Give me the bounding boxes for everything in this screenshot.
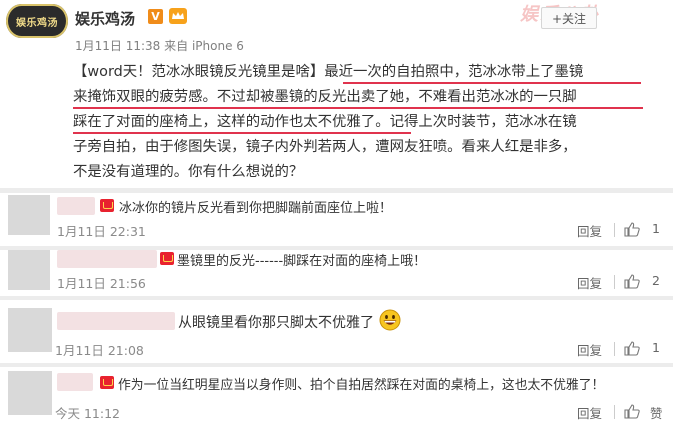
- like-count[interactable]: 1: [652, 340, 660, 355]
- comment-item: 作为一位当红明星应当以身作则、拍个自拍居然踩在对面的桌椅上，这也太不优雅了！ 今…: [0, 367, 673, 425]
- comment-text: 冰冰你的镜片反光看到你把脚踹前面座位上啦！: [119, 201, 393, 216]
- like-label[interactable]: 赞: [650, 403, 663, 422]
- red-underline: [343, 82, 641, 84]
- account-avatar[interactable]: 娱乐鸡汤: [6, 4, 68, 38]
- like-count[interactable]: 2: [652, 273, 660, 288]
- comment-time: 1月11日 21:56: [57, 276, 146, 291]
- verified-badge-icon: V: [148, 9, 163, 24]
- commenter-avatar[interactable]: [8, 250, 50, 290]
- member-badge-icon: [100, 199, 114, 212]
- reply-button[interactable]: 回复: [577, 273, 602, 292]
- thumbs-up-icon[interactable]: [624, 404, 640, 419]
- comment-item: 冰冰你的镜片反光看到你把脚踹前面座位上啦！ 1月11日 22:31 回复 1: [0, 193, 673, 246]
- commenter-name[interactable]: [57, 312, 175, 330]
- action-divider: [614, 275, 615, 289]
- comment-time: 1月11日 21:08: [55, 343, 144, 358]
- action-divider: [614, 405, 615, 419]
- comment-text: 作为一位当红明星应当以身作则、拍个自拍居然踩在对面的桌椅上，这也太不优雅了！: [118, 378, 605, 393]
- action-divider: [614, 342, 615, 356]
- thumbs-up-icon[interactable]: [624, 222, 640, 237]
- action-divider: [614, 223, 615, 237]
- comment-time: 今天 11:12: [55, 406, 120, 421]
- post-meta: 1月11日 11:38 来自 iPhone 6: [75, 37, 244, 54]
- follow-button[interactable]: +关注: [541, 7, 597, 29]
- comment-time: 1月11日 22:31: [57, 224, 146, 239]
- post-source: 来自 iPhone 6: [164, 39, 244, 53]
- commenter-name[interactable]: [57, 373, 93, 391]
- commenter-avatar[interactable]: [8, 195, 50, 235]
- reply-button[interactable]: 回复: [577, 221, 602, 240]
- thumbs-up-icon[interactable]: [624, 274, 640, 289]
- red-underline: [73, 107, 643, 109]
- account-name[interactable]: 娱乐鸡汤: [75, 8, 135, 29]
- comment-item: 墨镜里的反光------脚踩在对面的座椅上哦！ 1月11日 21:56 回复 2: [0, 250, 673, 296]
- member-badge-icon: [100, 376, 114, 389]
- red-underline: [73, 132, 411, 134]
- commenter-avatar[interactable]: [8, 371, 52, 415]
- commenter-name[interactable]: [57, 250, 157, 268]
- comment-text: 从眼镜里看你那只脚太不优雅了: [178, 315, 374, 331]
- post-content-line: 子旁自拍，由于修图失误，镜子内外判若两人，遭网友狂喷。看来人红是非多，: [73, 139, 577, 155]
- thumbs-up-icon[interactable]: [624, 341, 640, 356]
- reply-button[interactable]: 回复: [577, 340, 602, 359]
- comment-item: 从眼镜里看你那只脚太不优雅了 1月11日 21:08 回复 1: [0, 300, 673, 363]
- reply-button[interactable]: 回复: [577, 403, 602, 422]
- commenter-avatar[interactable]: [8, 308, 52, 352]
- commenter-name[interactable]: [57, 197, 95, 215]
- account-logo-text: 娱乐鸡汤: [16, 17, 58, 29]
- grinning-face-icon: [379, 309, 401, 331]
- post-time[interactable]: 1月11日 11:38: [75, 39, 160, 53]
- like-count[interactable]: 1: [652, 221, 660, 236]
- comment-text: 墨镜里的反光------脚踩在对面的座椅上哦！: [177, 254, 427, 269]
- post-content: 【word天！范冰冰眼镜反光镜里是啥】最近一次的自拍照中，范冰冰带上了墨镜 来掩…: [73, 60, 668, 185]
- member-badge-icon: [160, 252, 174, 265]
- crown-icon: [169, 8, 187, 24]
- post-content-line: 不是没有道理的。你有什么想说的？: [73, 164, 304, 180]
- weibo-post: 娱乐鸡汤 娱乐鸡汤 V 娱乐八卦 +关注 1月11日 11:38 来自 iPho…: [0, 0, 673, 186]
